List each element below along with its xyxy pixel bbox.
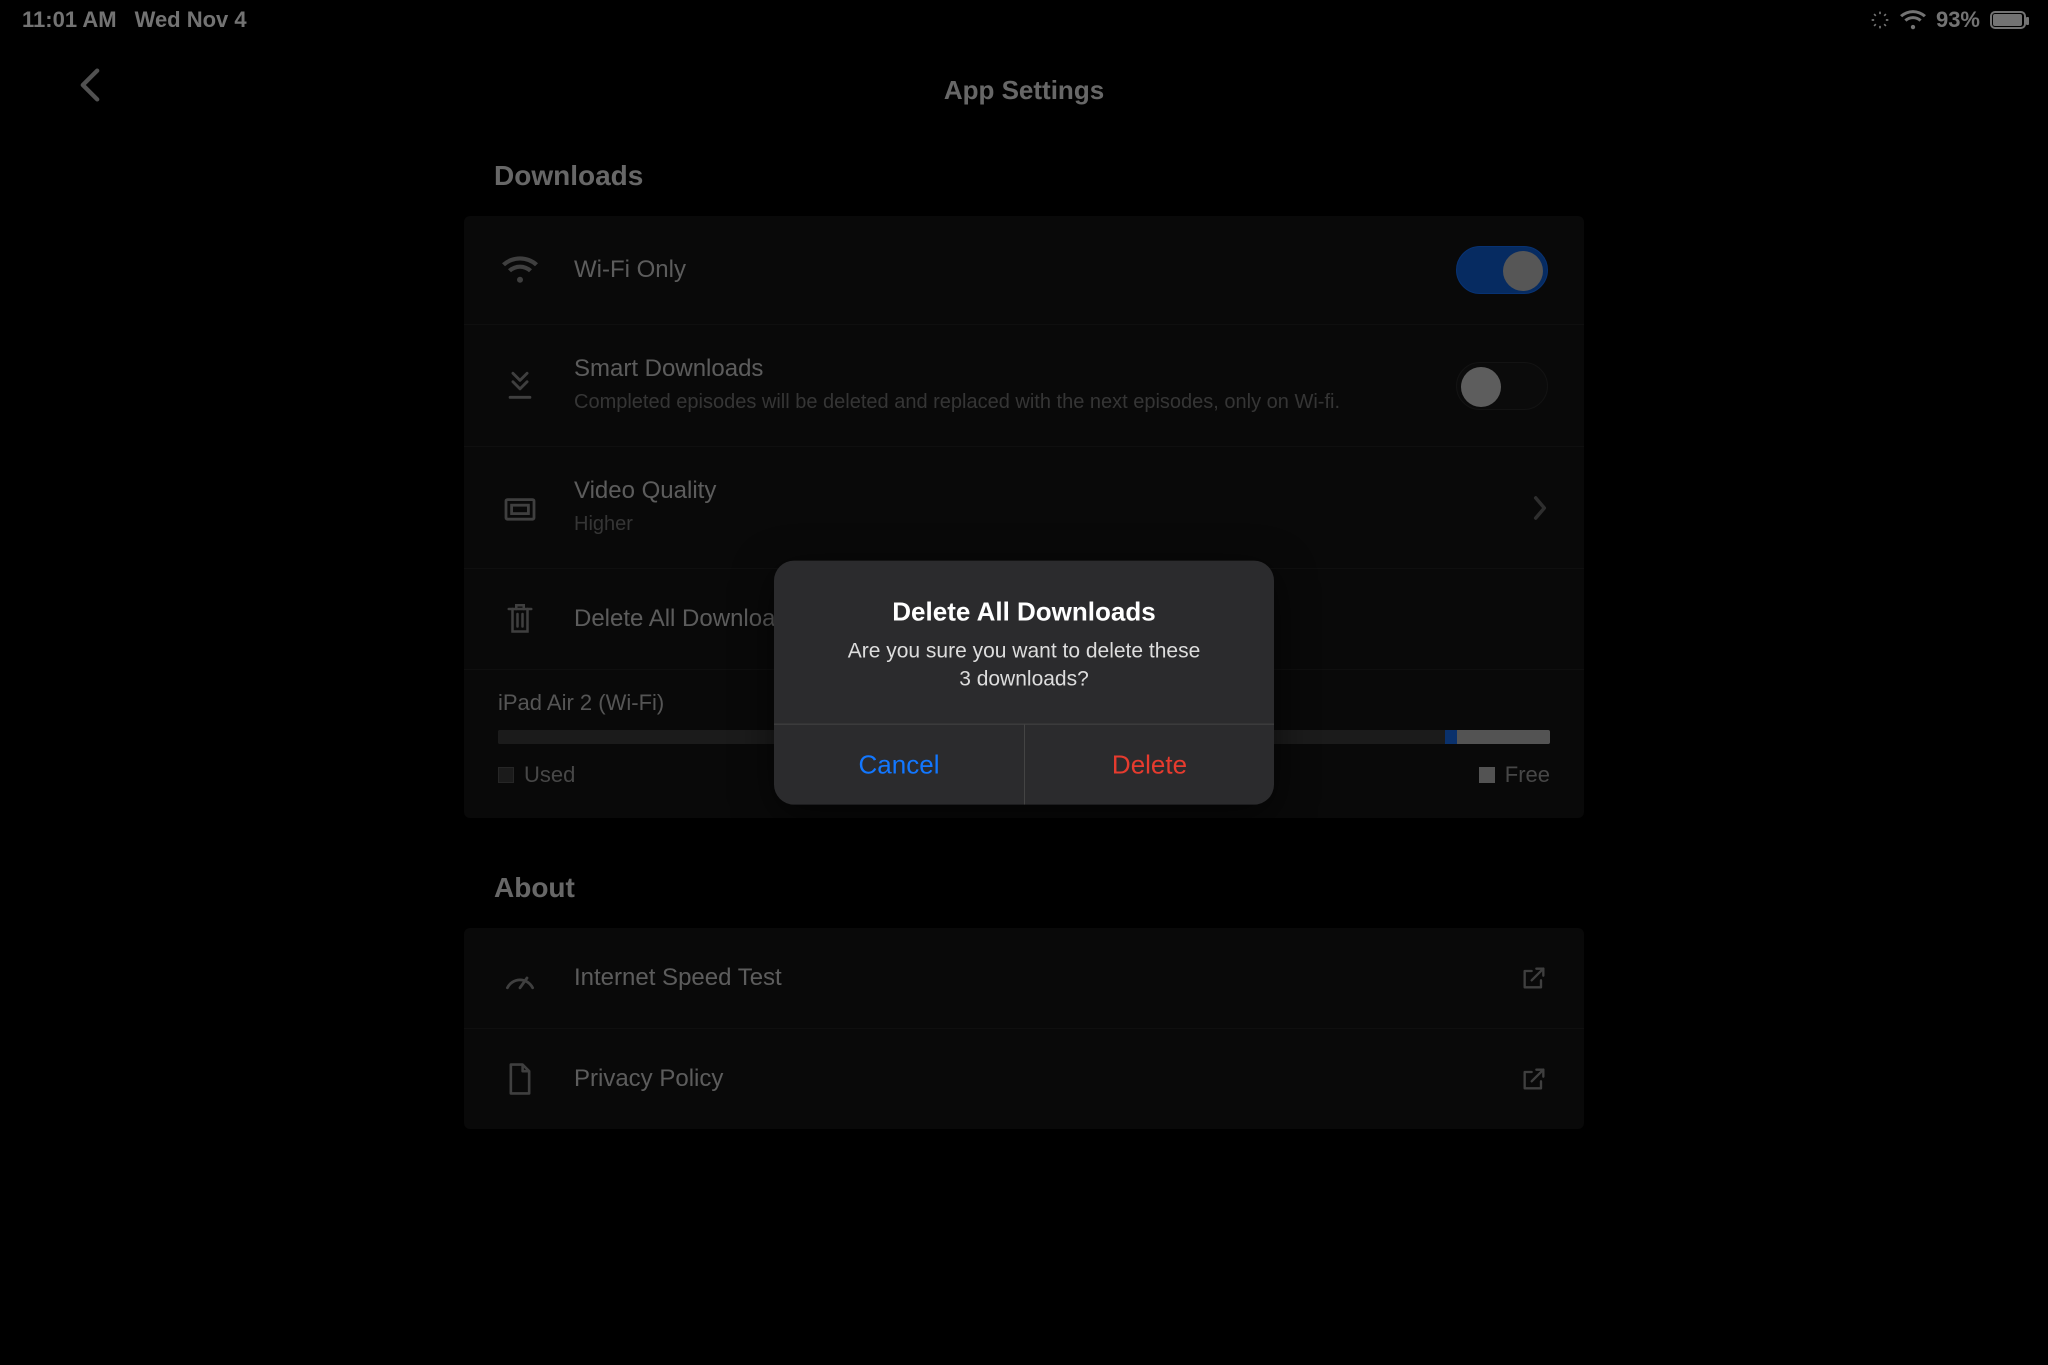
delete-confirmation-dialog: Delete All Downloads Are you sure you wa…: [774, 560, 1274, 805]
dialog-title: Delete All Downloads: [808, 596, 1240, 627]
delete-button[interactable]: Delete: [1024, 725, 1274, 805]
dialog-message: Are you sure you want to delete these 3 …: [808, 637, 1240, 694]
cancel-button[interactable]: Cancel: [774, 725, 1024, 805]
